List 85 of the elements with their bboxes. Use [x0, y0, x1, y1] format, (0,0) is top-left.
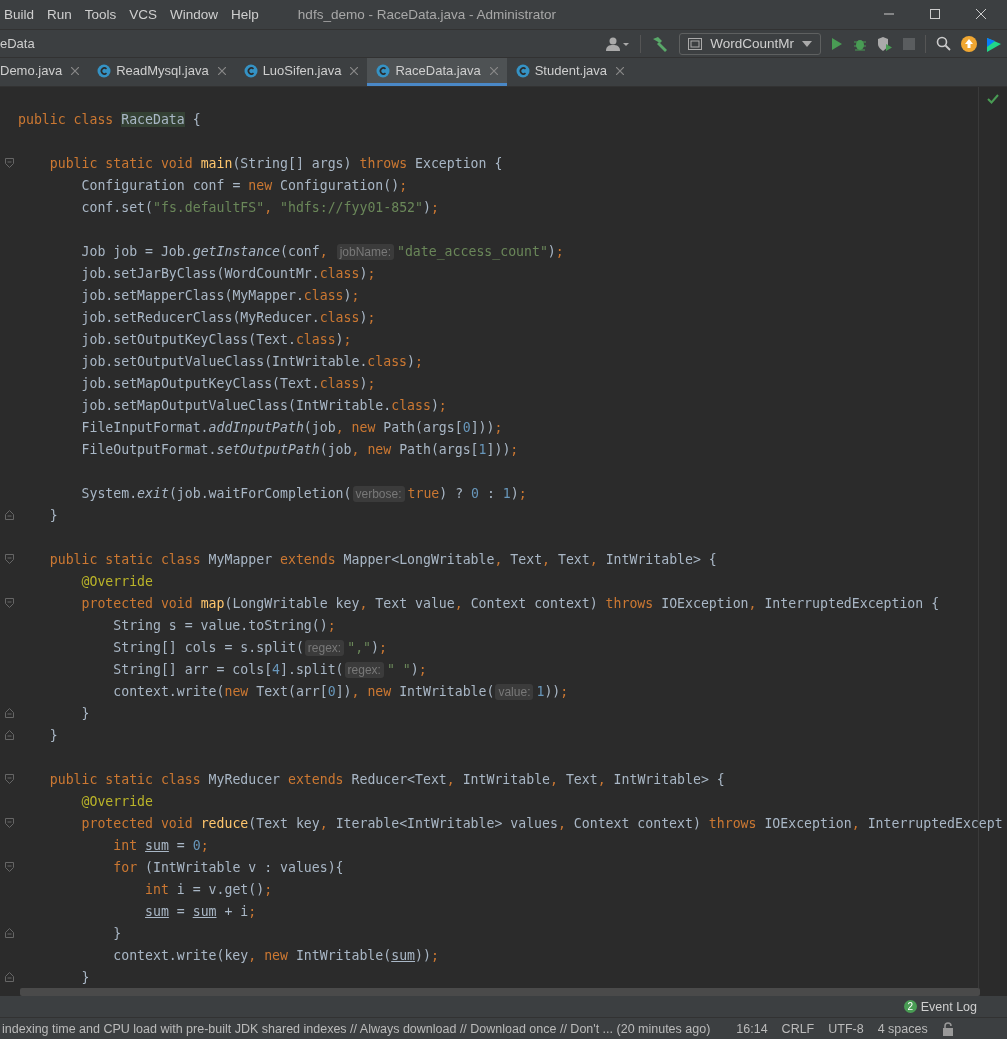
- code-line: conf.set("fs.defaultFS", "hdfs://fyy01-852");: [81, 199, 439, 215]
- code-line: job.setOutputValueClass(IntWritable.class);: [81, 353, 423, 369]
- code-line: System.exit(job.waitForCompletion( verbose: true) ? 0 : 1);: [81, 485, 527, 501]
- status-item[interactable]: UTF-8: [828, 1021, 864, 1036]
- fold-icon[interactable]: [4, 598, 14, 609]
- close-icon[interactable]: [350, 66, 359, 75]
- run-configuration-dropdown[interactable]: WordCountMr: [679, 32, 821, 55]
- code-line: @Override: [81, 573, 153, 589]
- fold-icon[interactable]: [4, 554, 14, 565]
- code-line: String[] cols = s.split( regex: ",");: [113, 639, 387, 655]
- code-line: public static void main(String[] args) throws Exception {: [49, 155, 503, 171]
- menu-item[interactable]: Run: [47, 6, 72, 22]
- lock-icon[interactable]: [941, 1021, 954, 1036]
- code-line: Job job = Job.getInstance(conf, jobName: "date_access_count");: [81, 243, 564, 259]
- fold-icon[interactable]: [4, 510, 14, 521]
- code-line: sum = sum + i;: [145, 903, 257, 919]
- breadcrumb[interactable]: eData: [0, 36, 35, 52]
- code-line: public static class MyMapper extends Mapper<LongWritable, Text, Text, IntWritable> {: [49, 551, 717, 567]
- code-line: String[] arr = cols[4].split( regex: " ");: [113, 661, 427, 677]
- status-message[interactable]: indexing time and CPU load with pre-built JDK shared indexes // Always download // Download once // Don't ... (20 minutes ago): [2, 1021, 711, 1036]
- code-line: protected void reduce(Text key, Iterable<IntWritable> values, Context context) throws IOException, InterruptedExcept: [81, 815, 1003, 831]
- fold-icon[interactable]: [4, 862, 14, 873]
- code-line: job.setMapperClass(MyMapper.class);: [81, 287, 360, 303]
- code-line: public static class MyReducer extends Reducer<Text, IntWritable, Text, IntWritable> {: [49, 771, 725, 787]
- code-line: }: [113, 925, 122, 941]
- code-line: }: [49, 507, 58, 523]
- code-line: for (IntWritable v : values){: [113, 859, 344, 875]
- check-icon: [987, 94, 999, 105]
- code-line: context.write(key, new IntWritable(sum));: [113, 947, 439, 963]
- fold-icon[interactable]: [4, 818, 14, 829]
- menu-item[interactable]: Build: [4, 6, 35, 22]
- code-line: context.write(new Text(arr[0]), new IntWritable( value: 1));: [113, 683, 569, 699]
- menu-item[interactable]: Tools: [84, 6, 117, 22]
- shield-icon[interactable]: [877, 36, 893, 51]
- close-icon[interactable]: [217, 66, 226, 75]
- hammer-icon[interactable]: [651, 35, 670, 52]
- code-line: FileInputFormat.addInputPath(job, new Path(args[0]));: [81, 419, 503, 435]
- code-line: }: [49, 727, 58, 743]
- fold-icon[interactable]: [4, 928, 14, 939]
- search-icon[interactable]: [936, 36, 951, 52]
- menu-item[interactable]: Help: [231, 6, 259, 22]
- code-line: job.setOutputKeyClass(Text.class);: [81, 331, 352, 347]
- fold-icon[interactable]: [4, 972, 14, 983]
- close-icon[interactable]: [975, 8, 987, 21]
- code-line: int i = v.get();: [145, 881, 273, 897]
- scrollbar[interactable]: [20, 988, 980, 997]
- toolbox-logo-icon[interactable]: [987, 35, 1001, 52]
- editor-tab[interactable]: Student.java: [506, 58, 633, 87]
- user-icon[interactable]: [606, 36, 631, 51]
- close-icon[interactable]: [616, 66, 624, 75]
- code-line: job.setReducerClass(MyReducer.class);: [81, 309, 376, 325]
- code-line: public class RaceData {: [18, 111, 201, 127]
- status-item[interactable]: 16:14: [736, 1021, 768, 1036]
- run-icon[interactable]: [831, 36, 843, 51]
- code-line: FileOutputFormat.setOutputPath(job, new Path(args[1]));: [81, 441, 519, 457]
- fold-icon[interactable]: [4, 774, 14, 785]
- status-item[interactable]: CRLF: [781, 1021, 815, 1036]
- code-line: protected void map(LongWritable key, Text value, Context context) throws IOException, InterruptedException {: [81, 595, 940, 611]
- code-line: job.setMapOutputValueClass(IntWritable.class);: [81, 397, 447, 413]
- update-icon[interactable]: [961, 35, 977, 52]
- code-line: job.setMapOutputKeyClass(Text.class);: [81, 375, 376, 391]
- code-line: String s = value.toString();: [113, 617, 336, 633]
- maximize-icon[interactable]: [929, 8, 941, 21]
- code-line: @Override: [81, 793, 153, 809]
- menu-item[interactable]: Window: [170, 6, 219, 22]
- status-item[interactable]: 4 spaces: [877, 1021, 928, 1036]
- stop-icon: [903, 37, 915, 50]
- code-line: }: [81, 969, 90, 985]
- window-title: hdfs_demo - RaceData.java - Administrator: [297, 6, 556, 22]
- caret-icon: [802, 40, 812, 47]
- code-line: Configuration conf = new Configuration();: [81, 177, 408, 193]
- editor-tab[interactable]: Demo.java: [0, 58, 89, 87]
- event-log-button[interactable]: 2 Event Log: [903, 999, 977, 1014]
- fold-icon[interactable]: [4, 158, 14, 169]
- fold-icon[interactable]: [4, 730, 14, 741]
- editor-tab[interactable]: RaceData.java: [367, 58, 507, 87]
- editor-tab[interactable]: ReadMysql.java: [88, 58, 235, 87]
- code-line: }: [81, 705, 90, 721]
- editor-tab[interactable]: LuoSifen.java: [234, 58, 368, 87]
- code-line: job.setJarByClass(WordCountMr.class);: [81, 265, 376, 281]
- code-line: int sum = 0;: [113, 837, 209, 853]
- close-icon[interactable]: [71, 66, 80, 75]
- fold-icon[interactable]: [4, 708, 14, 719]
- window-icon: [688, 37, 703, 50]
- menu-item[interactable]: VCS: [129, 6, 158, 22]
